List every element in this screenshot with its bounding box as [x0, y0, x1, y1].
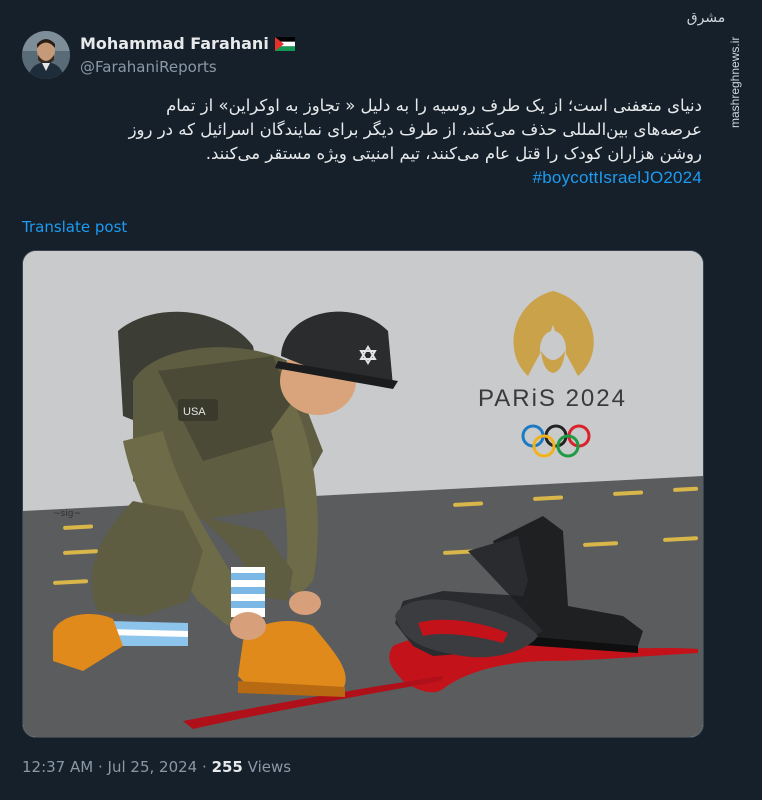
artist-signature: ~sig~ — [53, 509, 81, 519]
post-line-3: روشن هزاران کودک را قتل عام می‌کنند، تیم… — [205, 144, 702, 163]
post-image[interactable]: PARiS 2024 USA ~sig~ — [22, 250, 704, 738]
watermark-site: mashreghnews.ir — [728, 36, 742, 128]
cartoon-image: PARiS 2024 USA ~sig~ — [23, 251, 703, 737]
author-name[interactable]: Mohammad Farahani — [80, 34, 295, 53]
author-avatar[interactable] — [22, 31, 70, 79]
post-text: دنیای متعفنی است؛ از یک طرف روسیه را به … — [22, 94, 702, 190]
post-line-2: عرصه‌های بین‌المللی حذف می‌کنند، از طرف … — [128, 120, 702, 139]
palestine-flag-icon — [274, 36, 295, 51]
striped-sock — [231, 567, 265, 617]
views-label: Views — [247, 758, 292, 776]
post-line-1: دنیای متعفنی است؛ از یک طرف روسیه را به … — [166, 96, 702, 115]
paris-2024-text: PARiS 2024 — [478, 385, 627, 412]
post-date[interactable]: Jul 25, 2024 — [108, 758, 198, 776]
translate-post-link[interactable]: Translate post — [22, 218, 127, 236]
svg-text:USA: USA — [183, 406, 206, 418]
post-meta: 12:37 AM · Jul 25, 2024 · 255 Views — [22, 758, 291, 776]
views-count: 255 — [211, 758, 243, 776]
author-name-text[interactable]: Mohammad Farahani — [80, 34, 269, 53]
watermark-logo-text: مشرق — [686, 10, 726, 26]
hashtag-link[interactable]: #boycottIsraelJO2024 — [22, 166, 702, 190]
watermark-logo: مشرق — [686, 10, 726, 50]
avatar-photo — [22, 31, 70, 79]
meta-separator-2: · — [202, 758, 207, 776]
meta-separator: · — [97, 758, 103, 776]
post-time[interactable]: 12:37 AM — [22, 758, 93, 776]
author-handle[interactable]: @FarahaniReports — [80, 58, 217, 76]
